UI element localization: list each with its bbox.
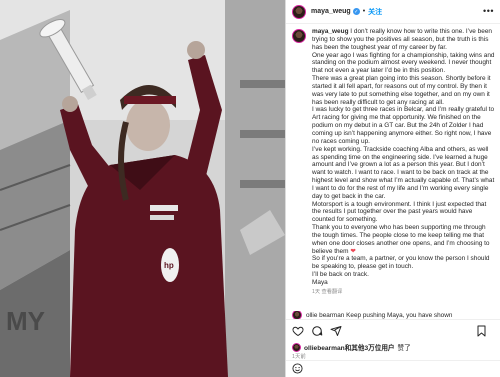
header-username[interactable]: maya_weug — [311, 8, 351, 15]
caption-username[interactable]: maya_weug — [312, 28, 349, 35]
bookmark-icon[interactable] — [475, 325, 487, 337]
separator-dot: • — [362, 8, 366, 15]
podium-photo-illustration: MY hp — [0, 0, 285, 377]
caption-paragraph: Thank you to everyone who has been suppo… — [312, 224, 490, 255]
caption-paragraph: I was lucky to get three races in Belcar… — [312, 106, 495, 145]
caption-paragraph: So if you’re a team, a partner, or you k… — [312, 255, 490, 271]
follow-button[interactable]: 关注 — [368, 7, 382, 17]
heart-icon[interactable] — [292, 325, 304, 337]
smiley-icon[interactable] — [292, 362, 303, 376]
svg-text:hp: hp — [164, 261, 174, 270]
post-header: maya_weug ✓ • 关注 ••• — [286, 0, 500, 24]
caption-paragraph: Motorsport is a tough environment. I thi… — [312, 200, 487, 224]
post-date[interactable]: 1天前 — [292, 352, 306, 360]
caption-paragraph: One year ago I was fighting for a champi… — [312, 51, 495, 75]
action-bar — [286, 319, 500, 341]
caption-paragraph: There was a great plan going into this s… — [312, 75, 491, 106]
avatar[interactable] — [292, 4, 306, 19]
caption-paragraph: I’ll be back on track. — [312, 271, 369, 279]
avatar[interactable] — [292, 29, 306, 43]
share-icon[interactable] — [330, 325, 342, 337]
caption-paragraph: maya_weug I don’t really know how to wri… — [312, 28, 492, 51]
likes-summary[interactable]: olliebearman和其他3万位用户 赞了 — [292, 342, 411, 352]
avatar — [292, 342, 301, 352]
avatar[interactable] — [292, 311, 302, 319]
comment-icon[interactable] — [311, 325, 323, 337]
comment-preview: ollie bearman Keep pushing Maya, you hav… — [292, 311, 496, 319]
add-comment-row[interactable] — [286, 360, 500, 377]
verified-badge-icon: ✓ — [352, 8, 360, 15]
post-photo[interactable]: MY hp — [0, 0, 285, 377]
heart-emoji: ❤ — [350, 247, 356, 255]
caption-block: maya_weug I don’t really know how to wri… — [292, 28, 496, 297]
post-caption: maya_weug I don’t really know how to wri… — [312, 28, 496, 297]
more-horizontal-icon[interactable]: ••• — [483, 7, 494, 16]
caption-meta[interactable]: 1天 查看翻译 — [312, 289, 496, 297]
svg-text:MY: MY — [6, 306, 45, 336]
caption-paragraph: I’ve kept working. Trackside coaching Al… — [312, 145, 495, 200]
post-sidebar: maya_weug ✓ • 关注 ••• maya_weug I don’t r… — [286, 0, 500, 377]
caption-paragraph: Maya — [312, 279, 328, 286]
likes-text: olliebearman和其他3万位用户 赞了 — [304, 345, 411, 352]
comment-text: ollie bearman Keep pushing Maya, you hav… — [306, 311, 453, 319]
